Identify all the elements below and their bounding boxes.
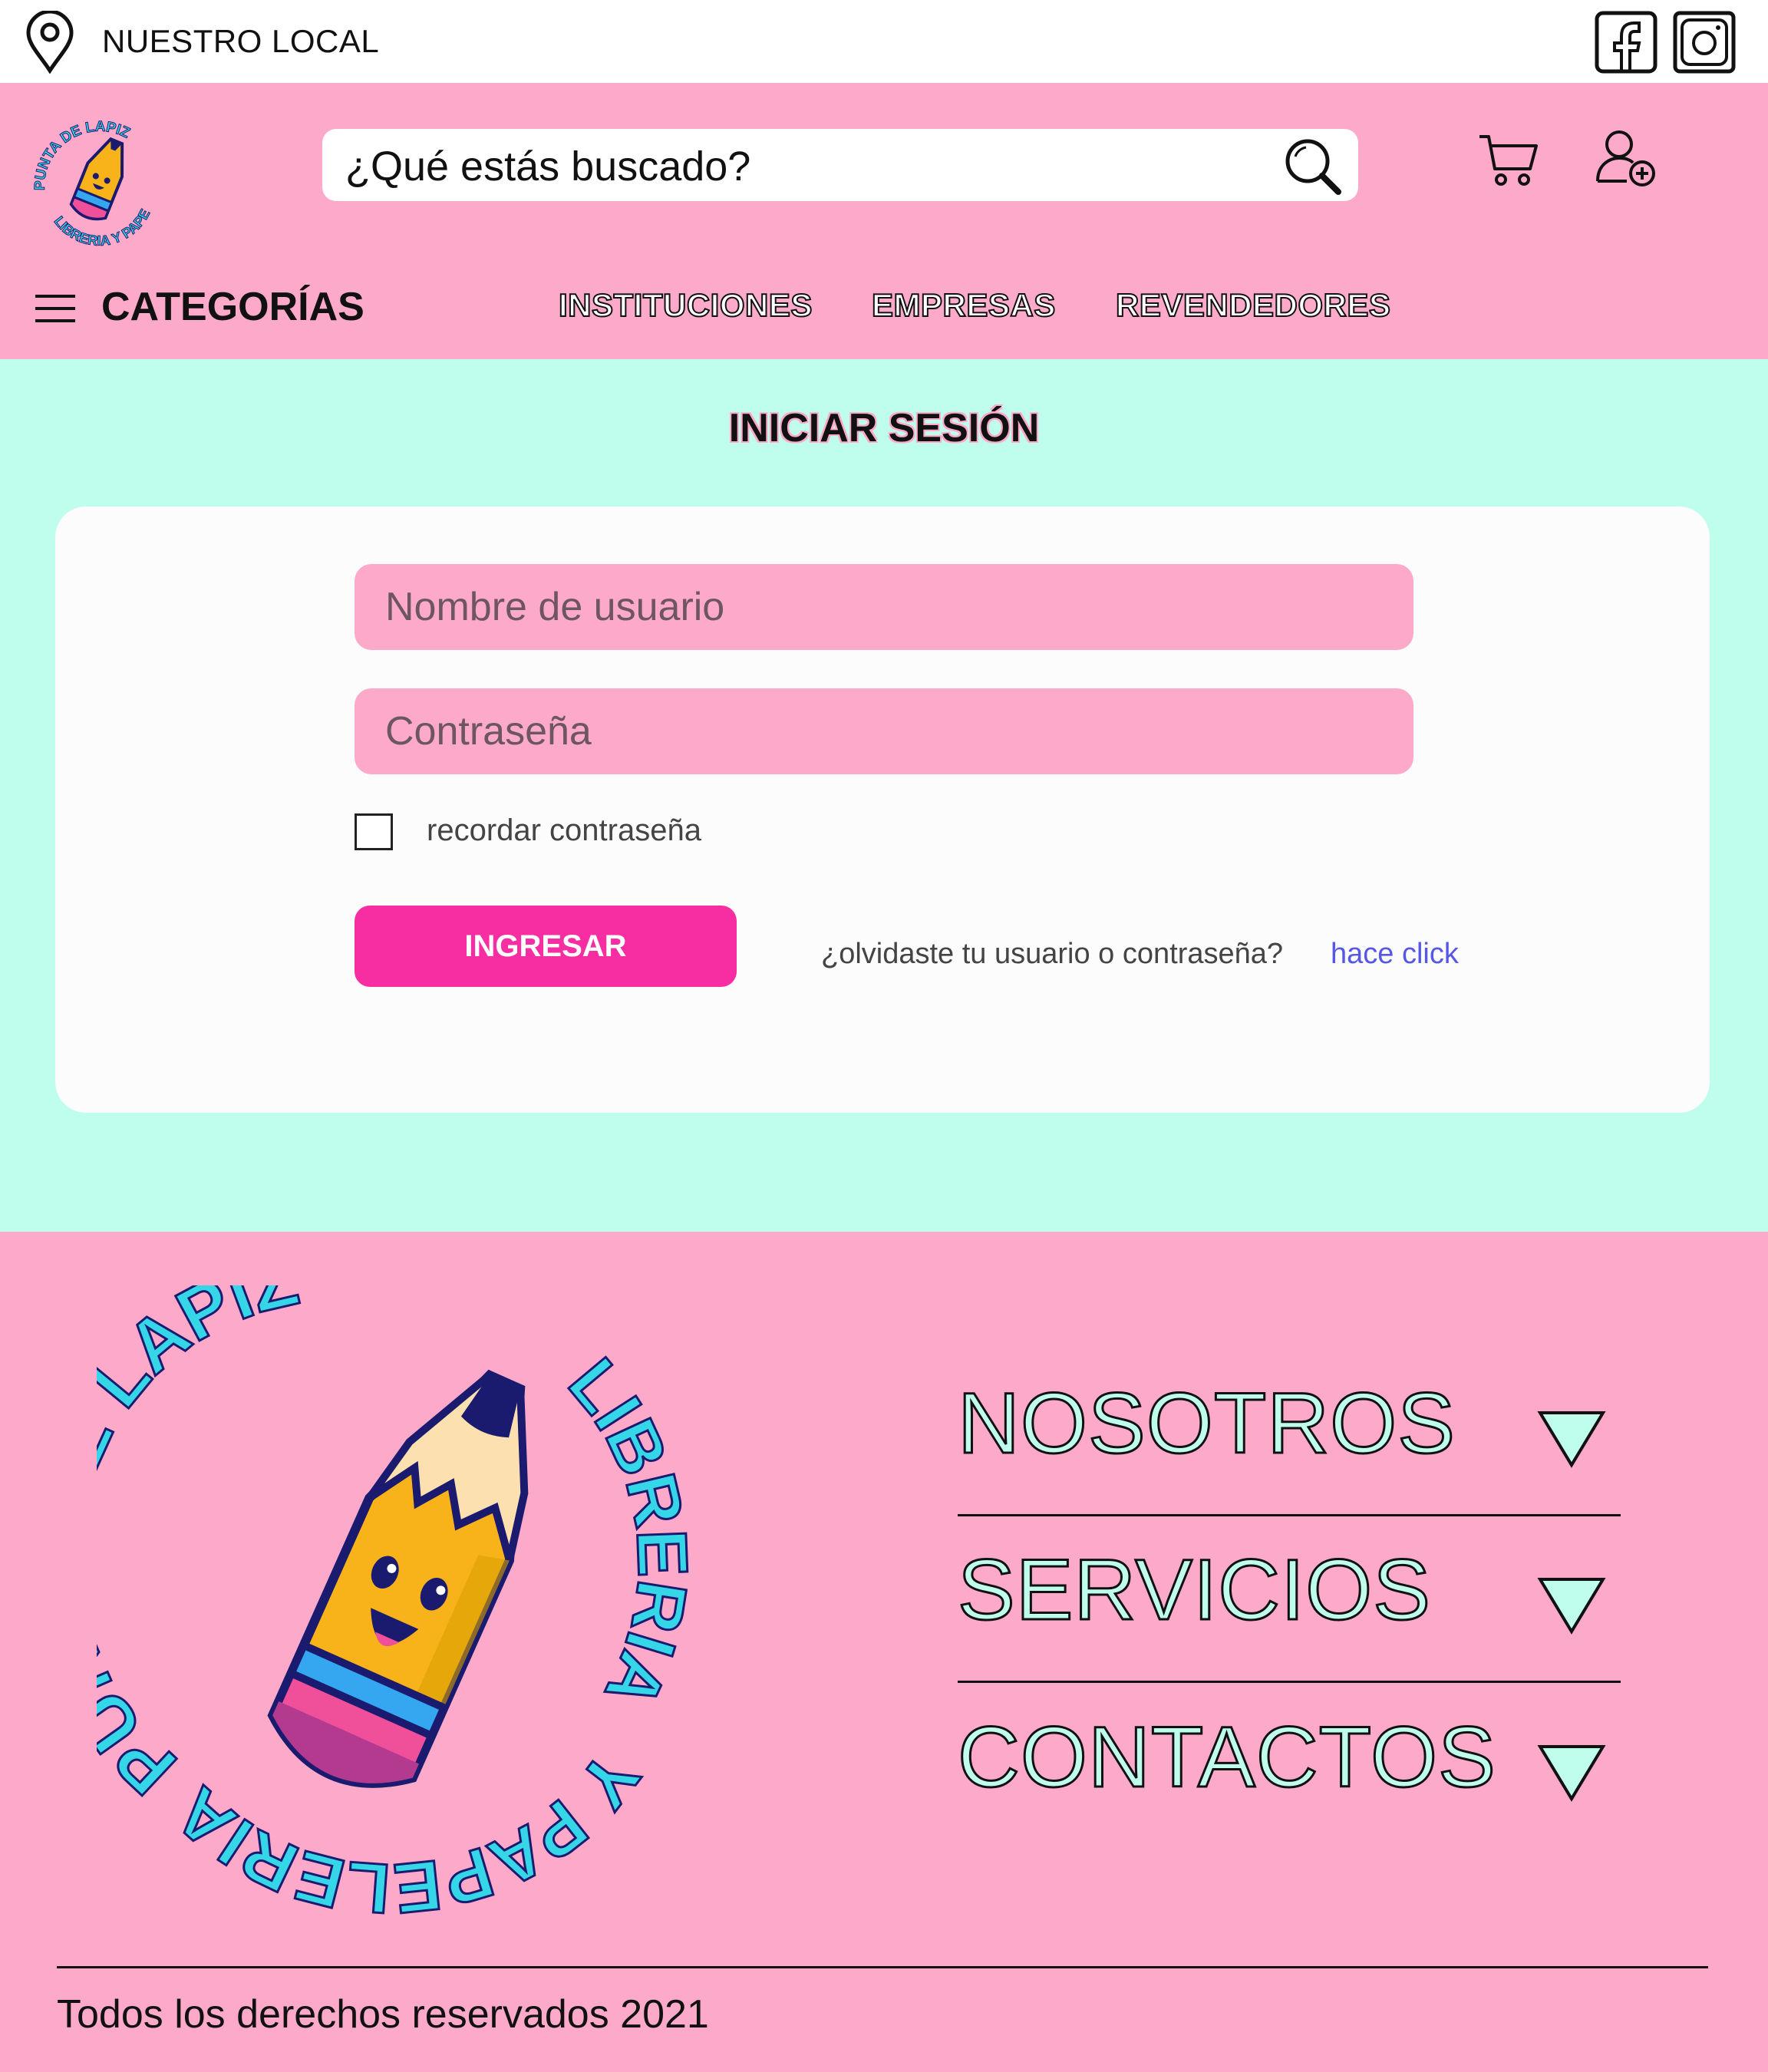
footer: PUNTA DE LAPIZ LIBRERIA Y PAPELERIA NOSO… <box>0 1232 1768 2072</box>
brand-logo-large: PUNTA DE LAPIZ LIBRERIA Y PAPELERIA <box>97 1285 703 1915</box>
top-bar: NUESTRO LOCAL <box>0 0 1768 83</box>
forgot-text: ¿olvidaste tu usuario o contraseña? <box>821 938 1284 970</box>
header: PUNTA DE LAPIZ LIBRERIA Y PAPELERIA ¿Qué… <box>0 83 1768 359</box>
footer-section-contactos[interactable]: CONTACTOS <box>957 1707 1621 1815</box>
copyright-text: Todos los derechos reservados 2021 <box>57 1992 709 2037</box>
username-field[interactable] <box>355 564 1413 650</box>
password-field[interactable] <box>355 688 1413 774</box>
nav-revendedores[interactable]: REVENDEDORES <box>1115 286 1391 324</box>
search-bar[interactable]: ¿Qué estás buscado? <box>322 129 1358 201</box>
triangle-down-icon[interactable] <box>1537 1575 1606 1636</box>
search-icon[interactable] <box>1280 134 1344 198</box>
footer-divider <box>57 1966 1708 1968</box>
nav-instituciones[interactable]: INSTITUCIONES <box>558 286 813 324</box>
svg-text:PUNTA DE LAPIZ: PUNTA DE LAPIZ <box>97 1285 305 1810</box>
instagram-icon[interactable] <box>1673 11 1736 74</box>
section-title: NOSOTROS <box>957 1374 1456 1473</box>
login-button[interactable]: INGRESAR <box>355 906 737 987</box>
divider <box>958 1681 1621 1683</box>
categories-menu[interactable]: CATEGORÍAS <box>101 284 364 330</box>
section-title: SERVICIOS <box>957 1541 1432 1639</box>
triangle-down-icon[interactable] <box>1537 1742 1606 1803</box>
location-pin-icon[interactable] <box>25 11 75 74</box>
footer-section-nosotros[interactable]: NOSOTROS <box>957 1374 1621 1481</box>
page-title: INICIAR SESIÓN <box>728 406 1040 450</box>
brand-logo[interactable]: PUNTA DE LAPIZ LIBRERIA Y PAPELERIA <box>23 106 176 259</box>
nav-empresas[interactable]: EMPRESAS <box>871 286 1056 324</box>
login-section: INICIAR SESIÓN recordar contraseña INGRE… <box>0 359 1768 1232</box>
svg-text:LIBRERIA: LIBRERIA <box>554 1344 702 1721</box>
facebook-icon[interactable] <box>1595 11 1658 74</box>
search-input[interactable]: ¿Qué estás buscado? <box>345 143 750 190</box>
location-link[interactable]: NUESTRO LOCAL <box>102 23 379 60</box>
section-title: CONTACTOS <box>957 1708 1497 1806</box>
remember-label: recordar contraseña <box>427 813 701 847</box>
footer-section-servicios[interactable]: SERVICIOS <box>957 1540 1621 1648</box>
add-user-icon[interactable] <box>1593 127 1658 192</box>
login-card: recordar contraseña INGRESAR ¿olvidaste … <box>55 506 1710 1113</box>
forgot-link[interactable]: hace click <box>1331 938 1459 971</box>
cart-icon[interactable] <box>1476 129 1541 193</box>
triangle-down-icon[interactable] <box>1537 1408 1606 1470</box>
divider <box>958 1514 1621 1516</box>
hamburger-menu-icon[interactable] <box>34 293 77 324</box>
remember-checkbox[interactable] <box>355 813 393 850</box>
